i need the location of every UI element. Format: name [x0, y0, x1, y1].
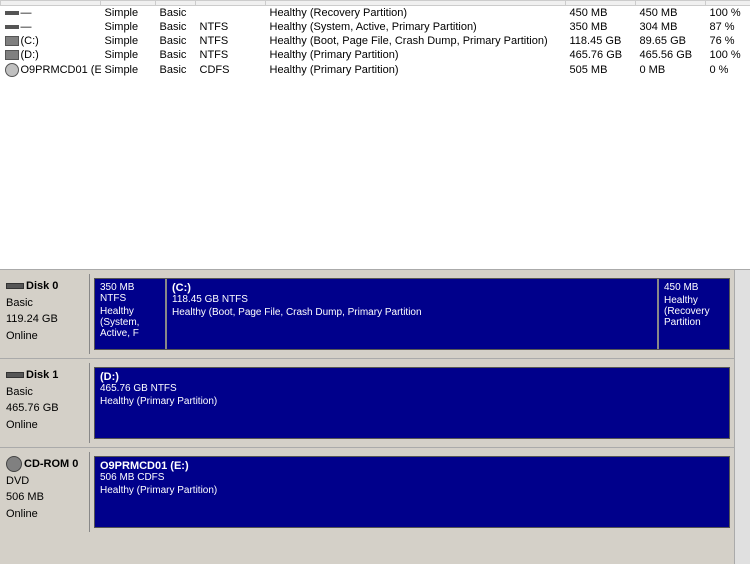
cell-volume: —	[1, 20, 101, 34]
disk-label-icon	[6, 283, 24, 289]
cell-fs: NTFS	[196, 34, 266, 48]
table-row[interactable]: —SimpleBasicNTFSHealthy (System, Active,…	[1, 20, 750, 34]
partition-status: Healthy (Primary Partition)	[100, 485, 724, 496]
cdrom-label-icon	[6, 456, 22, 472]
cell-status: Healthy (Boot, Page File, Crash Dump, Pr…	[266, 34, 566, 48]
cell-capacity: 350 MB	[566, 20, 636, 34]
cell-type: Basic	[156, 34, 196, 48]
cell-volume: O9PRMCD01 (E:)	[1, 62, 101, 78]
cell-volume: (D:)	[1, 48, 101, 62]
partition[interactable]: O9PRMCD01 (E:)506 MB CDFS Healthy (Primar…	[95, 457, 729, 527]
cell-fs: CDFS	[196, 62, 266, 78]
partition-size: 450 MB	[664, 282, 724, 293]
cell-capacity: 118.45 GB	[566, 34, 636, 48]
cell-pct: 0 %	[706, 62, 750, 78]
disk-partitions: 350 MB NTFSHealthy (System, Active, F(C:…	[94, 278, 730, 350]
partition[interactable]: (C:)118.45 GB NTFS Healthy (Boot, Page Fi…	[167, 279, 659, 349]
disk-row: CD-ROM 0DVD506 MBOnlineO9PRMCD01 (E:)506…	[0, 452, 734, 532]
partition-size: 506 MB CDFS	[100, 472, 724, 483]
drive-icon	[5, 36, 19, 46]
disk-row: Disk 0Basic119.24 GBOnline350 MB NTFSHea…	[0, 274, 734, 354]
table-row[interactable]: (C:)SimpleBasicNTFSHealthy (Boot, Page F…	[1, 34, 750, 48]
table-row[interactable]: (D:)SimpleBasicNTFSHealthy (Primary Part…	[1, 48, 750, 62]
partition-status: Healthy (Primary Partition)	[100, 396, 724, 407]
disk-label: Disk 0Basic119.24 GBOnline	[0, 274, 90, 354]
partition-size: 118.45 GB NTFS	[172, 294, 652, 305]
partition-name: O9PRMCD01 (E:)	[100, 460, 724, 472]
cell-free: 304 MB	[636, 20, 706, 34]
cell-free: 465.56 GB	[636, 48, 706, 62]
cell-pct: 87 %	[706, 20, 750, 34]
cell-fs	[196, 6, 266, 21]
disk-partitions: O9PRMCD01 (E:)506 MB CDFS Healthy (Primar…	[94, 456, 730, 528]
cell-layout: Simple	[101, 6, 156, 21]
cdrom-icon	[5, 63, 19, 77]
cell-layout: Simple	[101, 34, 156, 48]
cell-pct: 100 %	[706, 48, 750, 62]
partition-status: Healthy (System, Active, F	[100, 306, 160, 339]
disk-separator	[0, 447, 734, 448]
drive-icon	[5, 50, 19, 60]
disk-label-icon	[6, 372, 24, 378]
cell-type: Basic	[156, 20, 196, 34]
disk-map-panel: Disk 0Basic119.24 GBOnline350 MB NTFSHea…	[0, 270, 750, 564]
disk-label: CD-ROM 0DVD506 MBOnline	[0, 452, 90, 532]
disk-partitions: (D:)465.76 GB NTFS Healthy (Primary Parti…	[94, 367, 730, 439]
cell-status: Healthy (Primary Partition)	[266, 62, 566, 78]
cell-capacity: 505 MB	[566, 62, 636, 78]
scrollbar[interactable]	[734, 270, 750, 564]
cell-layout: Simple	[101, 62, 156, 78]
cell-type: Basic	[156, 62, 196, 78]
cell-pct: 76 %	[706, 34, 750, 48]
partition-status: Healthy (Recovery Partition	[664, 295, 724, 328]
cell-status: Healthy (Primary Partition)	[266, 48, 566, 62]
partition[interactable]: 350 MB NTFSHealthy (System, Active, F	[95, 279, 167, 349]
cell-capacity: 450 MB	[566, 6, 636, 21]
disk-label: Disk 1Basic465.76 GBOnline	[0, 363, 90, 443]
cell-layout: Simple	[101, 20, 156, 34]
table-row[interactable]: O9PRMCD01 (E:)SimpleBasicCDFSHealthy (Pr…	[1, 62, 750, 78]
partition[interactable]: (D:)465.76 GB NTFS Healthy (Primary Parti…	[95, 368, 729, 438]
cell-volume: —	[1, 6, 101, 21]
cell-free: 450 MB	[636, 6, 706, 21]
cell-status: Healthy (Recovery Partition)	[266, 6, 566, 21]
partition-name: (D:)	[100, 371, 724, 383]
cell-type: Basic	[156, 48, 196, 62]
cell-type: Basic	[156, 6, 196, 21]
cell-capacity: 465.76 GB	[566, 48, 636, 62]
cell-volume: (C:)	[1, 34, 101, 48]
partition-name: (C:)	[172, 282, 652, 294]
drive-icon	[5, 11, 19, 15]
cell-status: Healthy (System, Active, Primary Partiti…	[266, 20, 566, 34]
cell-free: 0 MB	[636, 62, 706, 78]
cell-free: 89.65 GB	[636, 34, 706, 48]
disk-list-panel[interactable]: —SimpleBasicHealthy (Recovery Partition)…	[0, 0, 750, 270]
partition-size: 350 MB NTFS	[100, 282, 160, 304]
disk-table: —SimpleBasicHealthy (Recovery Partition)…	[0, 0, 750, 78]
cell-fs: NTFS	[196, 48, 266, 62]
cell-layout: Simple	[101, 48, 156, 62]
partition-size: 465.76 GB NTFS	[100, 383, 724, 394]
drive-icon	[5, 25, 19, 29]
disk-row: Disk 1Basic465.76 GBOnline(D:)465.76 GB …	[0, 363, 734, 443]
disk-separator	[0, 358, 734, 359]
partition-status: Healthy (Boot, Page File, Crash Dump, Pr…	[172, 307, 652, 318]
cell-fs: NTFS	[196, 20, 266, 34]
partition[interactable]: 450 MB Healthy (Recovery Partition	[659, 279, 729, 349]
cell-pct: 100 %	[706, 6, 750, 21]
table-row[interactable]: —SimpleBasic Healthy (Recovery Partition)…	[1, 6, 750, 21]
